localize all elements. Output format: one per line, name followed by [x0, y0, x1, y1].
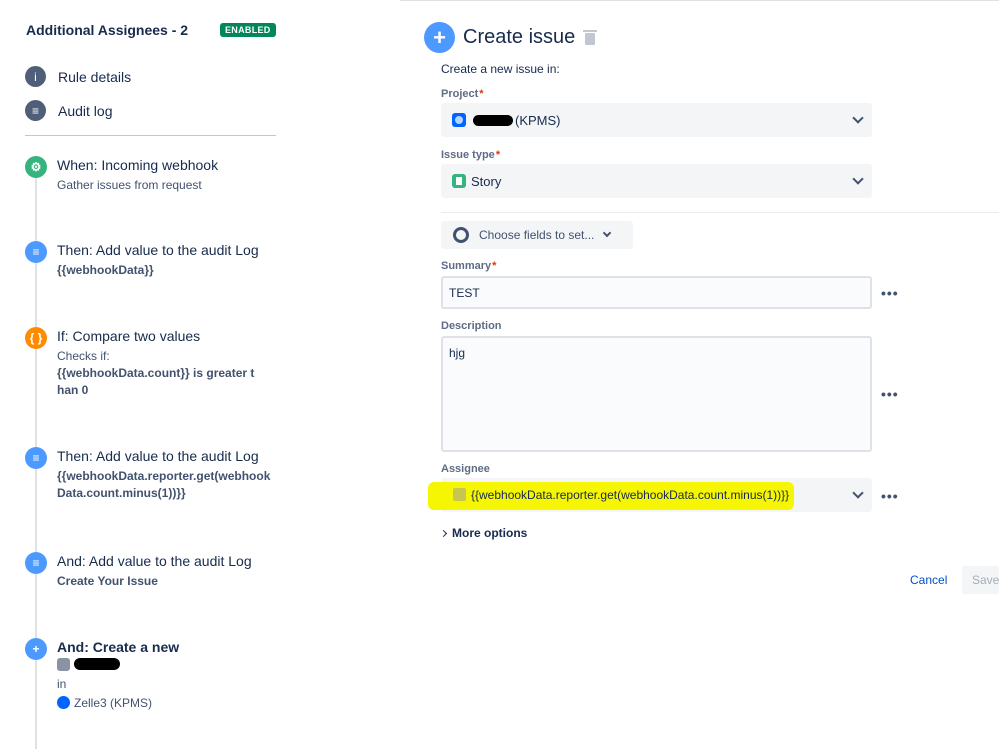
choose-fields-button[interactable]: Choose fields to set... [441, 221, 633, 249]
log-action-icon: ≡ [25, 447, 47, 469]
component-title: And: Create a new [57, 639, 180, 655]
component-action-log-2[interactable]: ≡ Then: Add value to the audit Log {{web… [25, 447, 285, 502]
intro-text: Create a new issue in: [441, 62, 560, 76]
chevron-right-icon [439, 529, 448, 538]
component-action-log-1[interactable]: ≡ Then: Add value to the audit Log {{web… [25, 241, 285, 279]
project-icon [452, 113, 466, 127]
summary-input[interactable]: TEST [441, 276, 872, 309]
component-subtitle: Gather issues from request [57, 178, 202, 192]
status-badge: ENABLED [220, 23, 276, 37]
component-subtitle: Checks if: [57, 349, 110, 363]
rule-sidebar: Additional Assignees - 2 ENABLED i Rule … [0, 0, 300, 749]
component-condition-compare[interactable]: { } If: Compare two values Checks if: {{… [25, 327, 285, 399]
component-subtitle: Create Your Issue [57, 574, 158, 588]
choose-fields-label: Choose fields to set... [479, 228, 595, 242]
component-title: If: Compare two values [57, 328, 201, 344]
project-label: Project* [441, 88, 484, 100]
component-title: Then: Add value to the audit Log [57, 242, 259, 258]
issue-type-select[interactable]: Story [441, 164, 872, 198]
user-icon [453, 488, 466, 501]
chevron-down-icon [852, 112, 864, 124]
webhook-icon: ⚙ [25, 156, 47, 178]
component-subtitle: {{webhookData.reporter.get(webhookData.c… [57, 469, 271, 500]
chevron-down-icon [852, 173, 864, 185]
component-title: Then: Add value to the audit Log [57, 448, 259, 464]
issue-type-redacted [57, 656, 285, 675]
nav-audit-log[interactable]: ≡ Audit log [25, 100, 112, 121]
issue-type-icon [57, 658, 70, 671]
issue-type-label: Issue type* [441, 149, 501, 161]
plus-icon: + [25, 638, 47, 660]
assignee-select[interactable]: {{webhookData.reporter.get(webhookData.c… [428, 478, 872, 512]
component-project: Zelle3 (KPMS) [57, 694, 285, 713]
log-icon: ≡ [25, 100, 46, 121]
section-divider [441, 212, 999, 213]
description-label: Description [441, 320, 502, 332]
description-textarea[interactable]: hjg [441, 336, 872, 452]
cancel-button[interactable]: Cancel [910, 573, 947, 587]
component-trigger-webhook[interactable]: ⚙ When: Incoming webhook Gather issues f… [25, 156, 285, 194]
more-options-label: More options [452, 526, 528, 540]
component-title: When: Incoming webhook [57, 157, 219, 173]
rule-title: Additional Assignees - 2 [26, 22, 189, 38]
component-action-log-3[interactable]: ≡ And: Add value to the audit Log Create… [25, 552, 285, 590]
project-icon [57, 696, 70, 709]
log-action-icon: ≡ [25, 552, 47, 574]
component-subtitle: {{webhookData}} [57, 263, 154, 277]
condition-icon: { } [25, 327, 47, 349]
info-icon: i [25, 66, 46, 87]
assignee-value: {{webhookData.reporter.get(webhookData.c… [471, 488, 790, 502]
log-action-icon: ≡ [25, 241, 47, 263]
summary-more-button[interactable]: ••• [881, 285, 899, 301]
story-icon [452, 174, 466, 188]
nav-rule-details[interactable]: i Rule details [25, 66, 131, 87]
panel-title: Create issue [463, 26, 576, 48]
assignee-more-button[interactable]: ••• [881, 488, 899, 504]
divider [25, 135, 276, 136]
plus-icon: + [424, 22, 455, 53]
issue-type-value: Story [471, 173, 502, 189]
gear-icon [453, 227, 469, 243]
component-in: in [57, 677, 67, 691]
nav-audit-log-label: Audit log [58, 102, 113, 119]
redacted-text [473, 114, 513, 126]
redacted-text [74, 658, 120, 670]
project-name: Zelle3 (KPMS) [74, 696, 153, 710]
component-title: And: Add value to the audit Log [57, 553, 252, 569]
description-more-button[interactable]: ••• [881, 386, 899, 402]
project-select[interactable]: (KPMS) [441, 103, 872, 137]
chevron-down-icon [603, 228, 612, 238]
panel-header: + Create issue [424, 22, 598, 53]
nav-rule-details-label: Rule details [58, 68, 132, 85]
chevron-down-icon [852, 487, 864, 499]
save-button[interactable]: Save [962, 566, 999, 594]
more-options-toggle[interactable]: More options [439, 526, 528, 540]
trash-icon[interactable] [583, 29, 598, 45]
project-value: (KPMS) [515, 112, 561, 128]
component-detail: {{webhookData.count}} is greater than 0 [57, 366, 255, 397]
panel-top-border [400, 0, 999, 1]
summary-label: Summary* [441, 260, 497, 272]
component-create-issue[interactable]: + And: Create a new in Zelle3 (KPMS) [25, 638, 285, 713]
assignee-label: Assignee [441, 463, 490, 475]
